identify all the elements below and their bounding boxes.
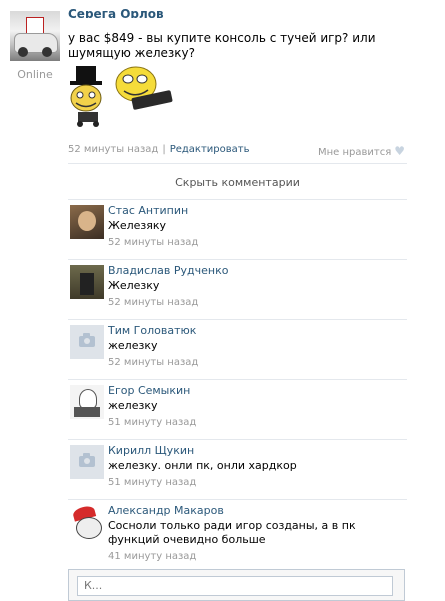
comment-item: Владислав Рудченко Железку 52 минуты наз…	[68, 259, 407, 320]
commenter-name[interactable]: Стас Антипин	[108, 204, 188, 217]
post-meta: 52 минуты назад | Редактировать	[68, 144, 250, 155]
comment-text: Сосноли только ради игор созданы, а в пк…	[108, 519, 356, 546]
divider	[68, 163, 407, 164]
comment-text: Железяку	[108, 219, 167, 232]
camera-icon	[79, 453, 95, 467]
post-author-link[interactable]: Серега Орлов	[68, 8, 164, 18]
comment-text: железку	[108, 399, 158, 412]
post-text: у вас $849 - вы купите консоль с тучей и…	[68, 31, 376, 60]
reply-box: К...	[68, 569, 405, 601]
commenter-name[interactable]: Кирилл Щукин	[108, 444, 194, 457]
commenter-name[interactable]: Тим Головатюк	[108, 324, 196, 337]
meme-gentleman-image[interactable]	[66, 64, 110, 128]
comment-item: Александр Макаров Сосноли только ради иг…	[68, 499, 407, 566]
comment-item: Тим Головатюк железку 52 минуты назад	[68, 319, 407, 380]
comment-item: Егор Семыкин железку 51 минуту назад	[68, 379, 407, 440]
comment-item: Стас Антипин Железяку 52 минуты назад	[68, 199, 407, 260]
heart-icon: ♥	[394, 144, 405, 158]
camera-icon	[79, 333, 95, 347]
like-label: Мне нравится	[317, 147, 392, 158]
hide-comments-link[interactable]: Скрыть комментарии	[68, 176, 407, 189]
commenter-avatar[interactable]	[70, 205, 104, 239]
reply-input[interactable]: К...	[77, 576, 393, 596]
comment-text: железку	[108, 339, 158, 352]
commenter-avatar[interactable]	[70, 505, 104, 539]
comment-time[interactable]: 51 минуту назад	[108, 417, 196, 428]
commenter-name[interactable]: Владислав Рудченко	[108, 264, 228, 277]
commenter-avatar[interactable]	[70, 325, 104, 359]
meme-keyboard-image[interactable]	[110, 64, 174, 110]
meta-separator: |	[162, 144, 166, 155]
comment-time[interactable]: 52 минуты назад	[108, 297, 198, 308]
post-time[interactable]: 52 минуты назад	[68, 144, 158, 155]
comment-item: Кирилл Щукин железку. онли пк, онли хард…	[68, 439, 407, 500]
comment-text: Железку	[108, 279, 160, 292]
comment-time[interactable]: 51 минуту назад	[108, 477, 196, 488]
commenter-name[interactable]: Егор Семыкин	[108, 384, 190, 397]
comment-time[interactable]: 41 минуту назад	[108, 551, 196, 562]
edit-link[interactable]: Редактировать	[170, 144, 250, 155]
commenter-avatar[interactable]	[70, 265, 104, 299]
commenter-avatar[interactable]	[70, 445, 104, 479]
comment-time[interactable]: 52 минуты назад	[108, 357, 198, 368]
like-button[interactable]: Мне нравится ♥	[318, 144, 405, 158]
commenter-name[interactable]: Александр Макаров	[108, 504, 224, 517]
author-avatar[interactable]	[10, 11, 60, 61]
commenter-avatar[interactable]	[70, 385, 104, 419]
comment-text: железку. онли пк, онли хардкор	[108, 459, 297, 472]
online-status: Online	[17, 68, 53, 81]
comment-time[interactable]: 52 минуты назад	[108, 237, 198, 248]
